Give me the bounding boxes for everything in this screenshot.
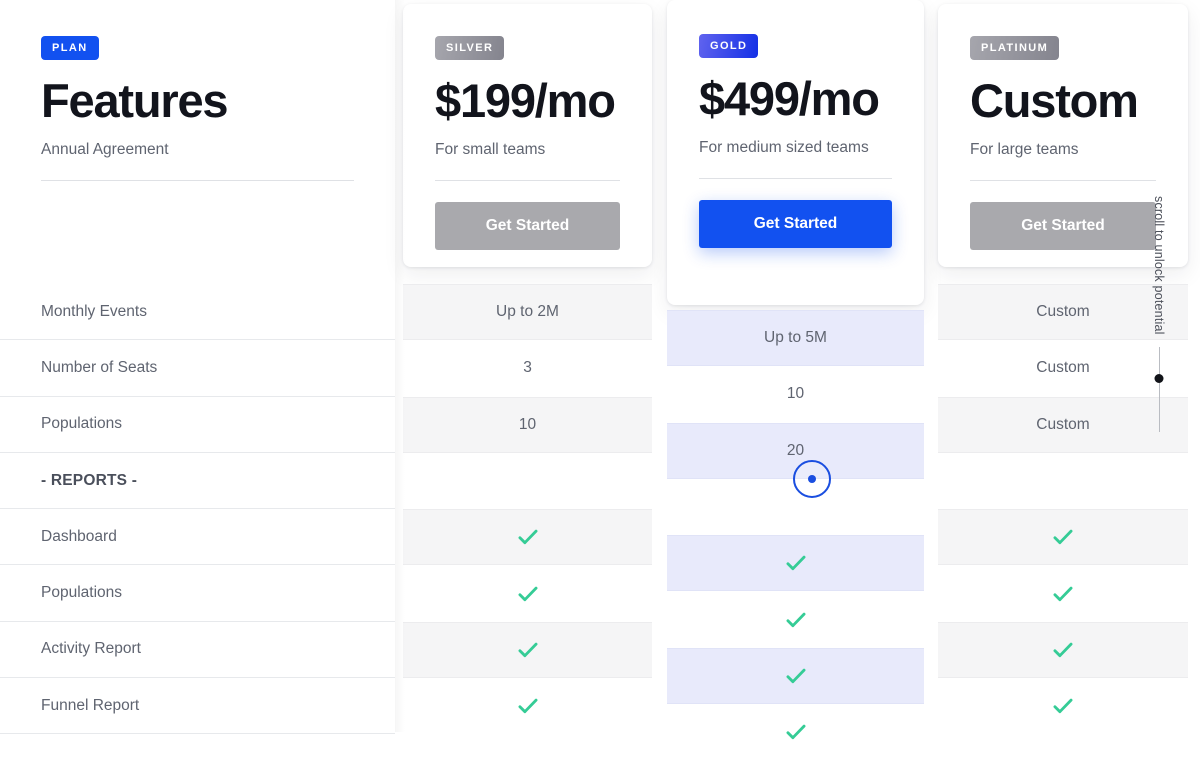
table-cell <box>403 565 652 621</box>
pricing-table: PLAN Features Annual Agreement Monthly E… <box>0 0 1200 740</box>
scroll-track[interactable] <box>1154 346 1164 432</box>
scroll-hint: scroll to unlock potential <box>1148 196 1170 432</box>
card-divider-silver <box>435 179 620 181</box>
plan-column-gold: GOLD $499/mo For medium sized teams Get … <box>667 0 924 740</box>
feature-label-rows: Monthly Events Number of Seats Populations… <box>0 284 395 735</box>
table-cell <box>938 509 1188 566</box>
feature-label: Funnel Report <box>41 696 140 714</box>
cell-value: 20 <box>786 441 805 459</box>
check-icon <box>518 530 537 545</box>
feature-label-row: Monthly Events <box>0 284 395 341</box>
plan-tagline-platinum: For large teams <box>970 140 1079 158</box>
table-cell: Up to 2M <box>403 284 652 341</box>
table-cell <box>667 535 924 592</box>
check-icon <box>1053 698 1073 714</box>
billing-period-label: Annual Agreement <box>41 140 169 158</box>
table-cell: 20 <box>667 422 924 479</box>
feature-column: PLAN Features Annual Agreement Monthly E… <box>0 0 395 735</box>
check-icon <box>518 642 537 658</box>
table-cell <box>938 565 1188 621</box>
feature-label: Populations <box>41 584 123 602</box>
check-icon <box>1053 586 1073 601</box>
feature-label: - REPORTS - <box>41 471 138 489</box>
check-icon <box>786 668 805 684</box>
card-divider-platinum <box>970 179 1156 181</box>
plan-price-platinum: Custom <box>970 74 1139 127</box>
check-icon <box>786 556 805 571</box>
feature-column-header: PLAN Features Annual Agreement <box>41 36 354 181</box>
get-started-button-gold[interactable]: Get Started <box>699 199 892 248</box>
plan-tagline-silver: For small teams <box>435 140 546 158</box>
table-cell <box>403 678 652 734</box>
value-rows-gold: Up to 5M 10 20 <box>667 310 924 760</box>
feature-label-row: Number of Seats <box>0 340 395 397</box>
cell-value: 10 <box>518 415 537 433</box>
table-cell <box>667 591 924 647</box>
scroll-thumb[interactable] <box>1154 373 1164 383</box>
table-cell <box>667 647 924 705</box>
table-cell <box>938 453 1188 509</box>
page-title: Features <box>41 74 229 127</box>
section-heading-row: - REPORTS - <box>0 453 395 510</box>
plan-badge: PLAN <box>41 36 99 60</box>
cell-value: 3 <box>523 359 532 377</box>
cell-value: 10 <box>786 385 805 403</box>
plan-badge-platinum: PLATINUM <box>970 36 1060 60</box>
feature-label-row: Populations <box>0 397 395 453</box>
cell-value: Up to 2M <box>496 303 559 321</box>
table-cell: 10 <box>403 396 652 453</box>
table-cell: Up to 5M <box>667 310 924 367</box>
plan-price-gold: $499/mo <box>699 72 880 125</box>
check-icon <box>786 612 805 627</box>
table-cell <box>938 678 1188 734</box>
check-icon <box>786 724 805 740</box>
plan-column-silver: SILVER $199/mo For small teams Get Start… <box>403 0 652 732</box>
check-icon <box>518 586 537 601</box>
feature-label-row: Activity Report <box>0 622 395 679</box>
cell-value: Custom <box>1036 303 1090 321</box>
card-divider-gold <box>699 177 892 179</box>
feature-label: Dashboard <box>41 527 117 545</box>
plan-card-gold: GOLD $499/mo For medium sized teams Get … <box>667 0 924 305</box>
table-cell <box>938 621 1188 679</box>
feature-label-row: Funnel Report <box>0 678 395 735</box>
plan-badge-gold: GOLD <box>699 34 759 58</box>
feature-label: Populations <box>41 415 123 433</box>
table-cell <box>667 704 924 760</box>
table-cell: 10 <box>667 366 924 422</box>
feature-label: Number of Seats <box>41 358 158 376</box>
feature-label-row: Populations <box>0 565 395 622</box>
cell-value: Custom <box>1036 359 1090 377</box>
get-started-button-platinum[interactable]: Get Started <box>970 201 1156 250</box>
get-started-button-silver[interactable]: Get Started <box>435 201 620 250</box>
plan-badge-silver: SILVER <box>435 36 505 60</box>
check-icon <box>1053 642 1073 658</box>
check-icon <box>1053 530 1073 545</box>
table-cell <box>403 621 652 679</box>
table-cell <box>403 453 652 509</box>
plan-tagline-gold: For medium sized teams <box>699 138 869 156</box>
feature-label: Activity Report <box>41 640 141 658</box>
table-cell <box>667 479 924 535</box>
feature-label-row: Dashboard <box>0 509 395 566</box>
table-cell <box>403 509 652 566</box>
value-rows-silver: Up to 2M 3 10 <box>403 284 652 734</box>
cell-value: Up to 5M <box>764 329 827 347</box>
header-divider <box>41 179 354 181</box>
check-icon <box>518 698 537 714</box>
table-cell: 3 <box>403 340 652 396</box>
plan-price-silver: $199/mo <box>435 74 616 127</box>
feature-label: Monthly Events <box>41 302 147 320</box>
scroll-hint-label: scroll to unlock potential <box>1152 196 1166 335</box>
plan-card-silver: SILVER $199/mo For small teams Get Start… <box>403 4 652 267</box>
cell-value: Custom <box>1036 415 1090 433</box>
